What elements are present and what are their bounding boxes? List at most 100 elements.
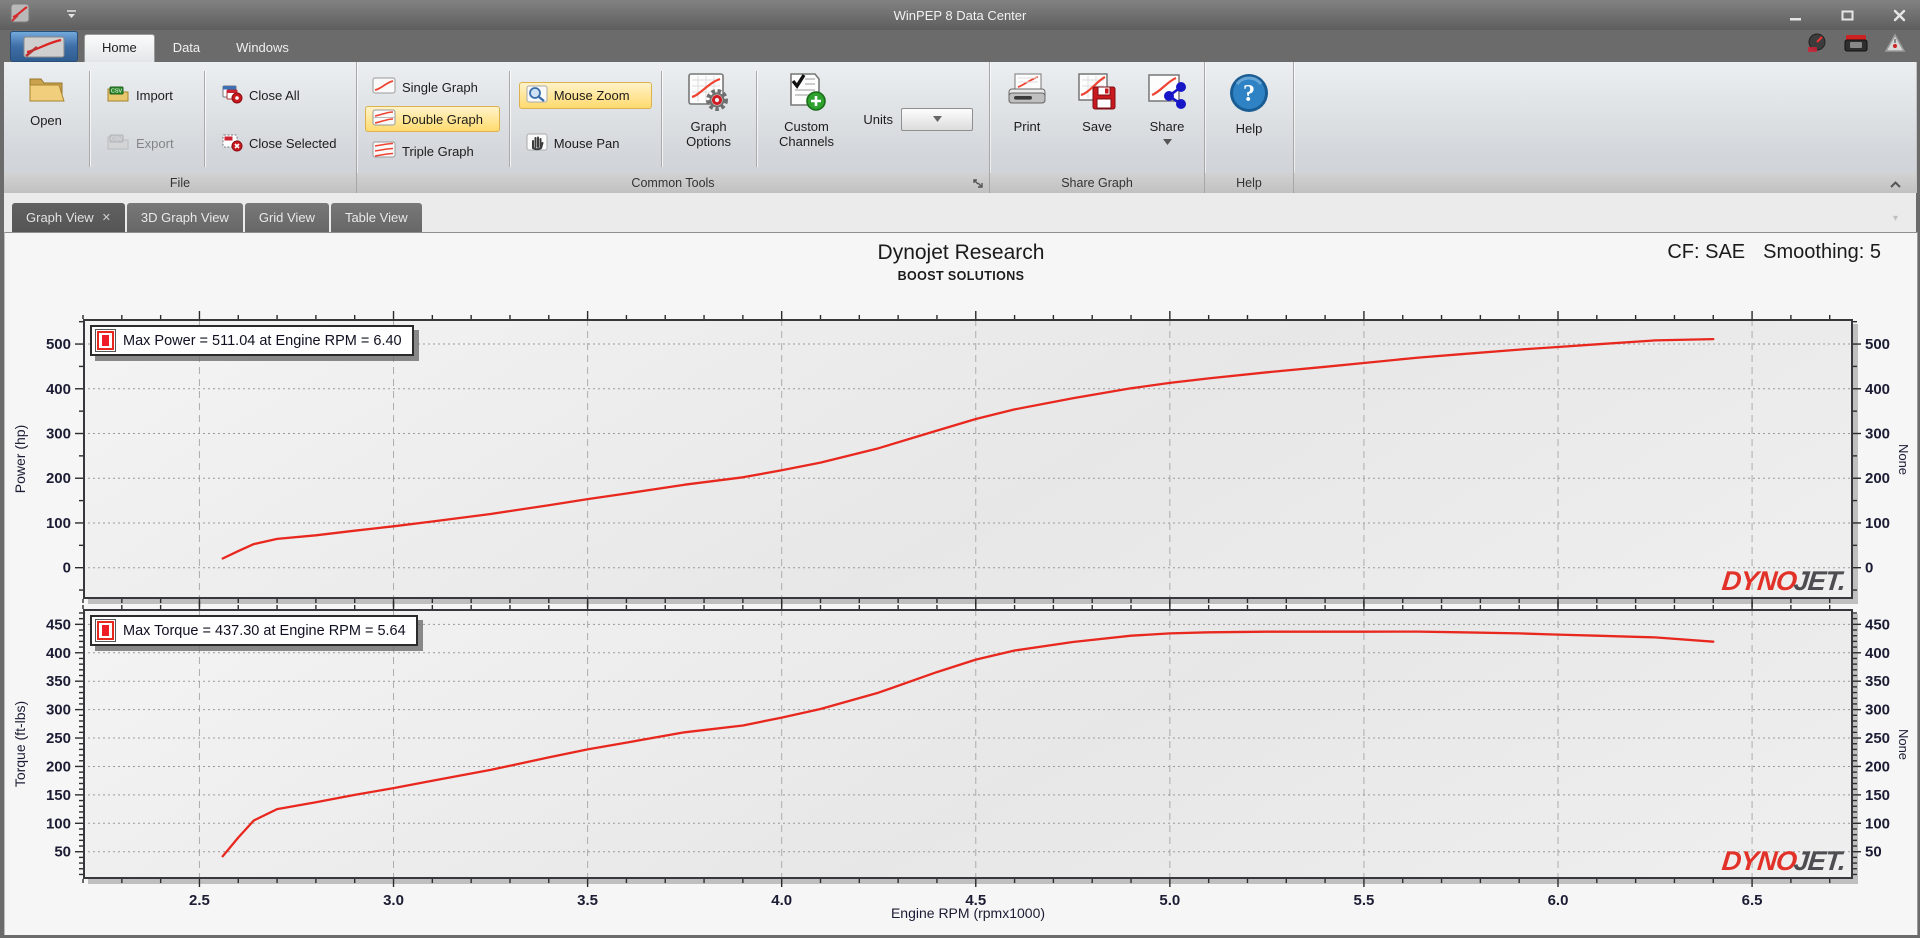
help-button[interactable]: ? Help: [1218, 67, 1280, 171]
tick-label: 450: [46, 616, 71, 633]
ribbon-tab-home[interactable]: Home: [84, 34, 155, 62]
share-nodes-icon: [1145, 71, 1189, 116]
print-button[interactable]: Print: [996, 67, 1058, 171]
tick-label: 100: [46, 815, 71, 832]
dynojet-logo: DYNOJET.: [1720, 566, 1847, 596]
window-title: WinPEP 8 Data Center: [893, 7, 1027, 23]
units-label: Units: [863, 111, 894, 127]
tick-label: 200: [46, 470, 71, 487]
tick-label: 150: [46, 787, 71, 804]
torque-plot[interactable]: 50 50 100 100 150 150 200 200 250 250 300 300 350 350…: [46, 601, 1890, 909]
save-button[interactable]: Save: [1068, 67, 1126, 171]
tick-label: 400: [1865, 381, 1890, 398]
torque-right-axis-title: None: [1896, 728, 1912, 760]
application-button[interactable]: [10, 31, 78, 62]
ribbon-group-help: ? Help Help: [1205, 62, 1294, 193]
tick-label: 400: [1865, 645, 1890, 662]
ribbon-collapse-icon[interactable]: [1889, 175, 1902, 195]
tick-label: 50: [54, 844, 71, 861]
mouse-pan-button[interactable]: Mouse Pan: [519, 130, 652, 157]
dynojet-logo: DYNOJET.: [1720, 846, 1847, 876]
tick-label: 200: [1865, 470, 1890, 487]
minimize-button[interactable]: [1782, 6, 1808, 24]
tick-label: 0: [63, 560, 71, 577]
ribbon: Open CSV Import CSV Export Close All Clo…: [4, 62, 1916, 194]
tick-label: 150: [1865, 787, 1890, 804]
tick-label: 350: [1865, 673, 1890, 690]
smoothing-value: Smoothing: 5: [1763, 241, 1881, 263]
custom-channels-button[interactable]: Custom Channels: [764, 67, 850, 171]
close-all-button[interactable]: Close All: [214, 81, 344, 110]
close-selected-icon: [221, 132, 243, 155]
view-tab-strip: Graph View ✕ 3D Graph View Grid View Tab…: [4, 193, 1916, 232]
close-button[interactable]: [1886, 6, 1912, 24]
ribbon-filler: [1294, 62, 1916, 193]
folder-icon: [26, 71, 66, 110]
maximize-button[interactable]: [1834, 6, 1860, 24]
power-legend[interactable]: Max Power = 511.04 at Engine RPM = 6.40: [90, 325, 414, 356]
x-axis-title: Engine RPM (rpmx1000): [890, 905, 1046, 921]
ribbon-group-common-tools: Single Graph Double Graph Triple Graph M…: [357, 62, 990, 193]
share-dropdown-icon[interactable]: [1162, 135, 1172, 150]
import-button[interactable]: CSV Import: [99, 82, 195, 109]
graph-options-button[interactable]: Graph Options: [669, 67, 749, 171]
share-button[interactable]: Share: [1136, 67, 1198, 171]
group-label-file: File: [4, 173, 356, 193]
gauge-icon[interactable]: [1806, 33, 1828, 58]
svg-text:CSV: CSV: [111, 136, 123, 142]
svg-text:CSV: CSV: [111, 88, 123, 94]
tick-label: 300: [46, 702, 71, 719]
tick-label: 300: [1865, 702, 1890, 719]
csv-export-icon: CSV: [106, 133, 130, 154]
Power (hp)-curve: [221, 337, 1715, 560]
chart-subtitle: BOOST SOLUTIONS: [897, 269, 1025, 283]
tabstrip-overflow-icon[interactable]: ▾: [1893, 213, 1898, 224]
tick-label: 300: [46, 426, 71, 443]
tab-table-view[interactable]: Table View: [330, 203, 422, 232]
graph-view-panel: Dynojet Research BOOST SOLUTIONS CF: SAE…: [4, 232, 1918, 935]
title-bar: WinPEP 8 Data Center: [0, 0, 1920, 30]
torque-legend[interactable]: Max Torque = 437.30 at Engine RPM = 5.64: [90, 615, 418, 646]
mouse-zoom-button[interactable]: Mouse Zoom: [518, 81, 652, 109]
correction-info: CF: SAE Smoothing: 5: [1667, 241, 1881, 264]
ribbon-group-file: Open CSV Import CSV Export Close All Clo…: [4, 62, 357, 193]
group-label-help: Help: [1205, 173, 1293, 193]
device-icon[interactable]: [1844, 33, 1868, 58]
help-icon: ?: [1227, 71, 1271, 118]
power-axis-title: Power (hp): [12, 424, 28, 494]
tab-3d-graph-view[interactable]: 3D Graph View: [126, 203, 243, 232]
custom-channels-icon: [783, 71, 829, 116]
tick-label: 500: [1865, 336, 1890, 353]
tick-label: 50: [1865, 844, 1882, 861]
triple-graph-button[interactable]: Triple Graph: [365, 138, 500, 164]
tick-label: 250: [46, 730, 71, 747]
tick-label: 250: [1865, 730, 1890, 747]
tick-label: 300: [1865, 426, 1890, 443]
tick-label: 400: [46, 645, 71, 662]
double-graph-button[interactable]: Double Graph: [365, 106, 500, 132]
tick-label: 200: [1865, 758, 1890, 775]
units-dropdown[interactable]: [901, 107, 974, 131]
tick-label: 200: [46, 758, 71, 775]
ribbon-tab-data[interactable]: Data: [155, 34, 218, 62]
hand-icon: [526, 133, 548, 154]
close-selected-button[interactable]: Close Selected: [214, 129, 344, 158]
close-all-icon: [221, 84, 243, 107]
tick-label: 100: [1865, 515, 1890, 532]
ribbon-tab-row: Home Data Windows: [0, 30, 1920, 62]
chart-canvas: 50 50 100 100 150 150 200 200 250 250 300 300 350 350…: [46, 601, 1890, 909]
power-right-axis-title: None: [1896, 443, 1912, 475]
double-graph-icon: [372, 109, 396, 129]
legend-swatch-icon: [95, 619, 116, 642]
tab-graph-view[interactable]: Graph View ✕: [12, 203, 125, 232]
tab-grid-view[interactable]: Grid View: [244, 203, 329, 232]
tab-close-icon[interactable]: ✕: [102, 211, 111, 224]
export-button[interactable]: CSV Export: [99, 130, 195, 157]
single-graph-button[interactable]: Single Graph: [365, 74, 500, 100]
open-button[interactable]: Open: [10, 67, 82, 171]
printer-icon: [1005, 71, 1049, 116]
warning-icon[interactable]: [1884, 33, 1906, 58]
power-plot[interactable]: 0 0 100 100 200 200 300 300 400 400 500 500 Max Pow…: [46, 311, 1890, 607]
magnifier-icon: [526, 85, 548, 106]
ribbon-tab-windows[interactable]: Windows: [218, 34, 307, 62]
